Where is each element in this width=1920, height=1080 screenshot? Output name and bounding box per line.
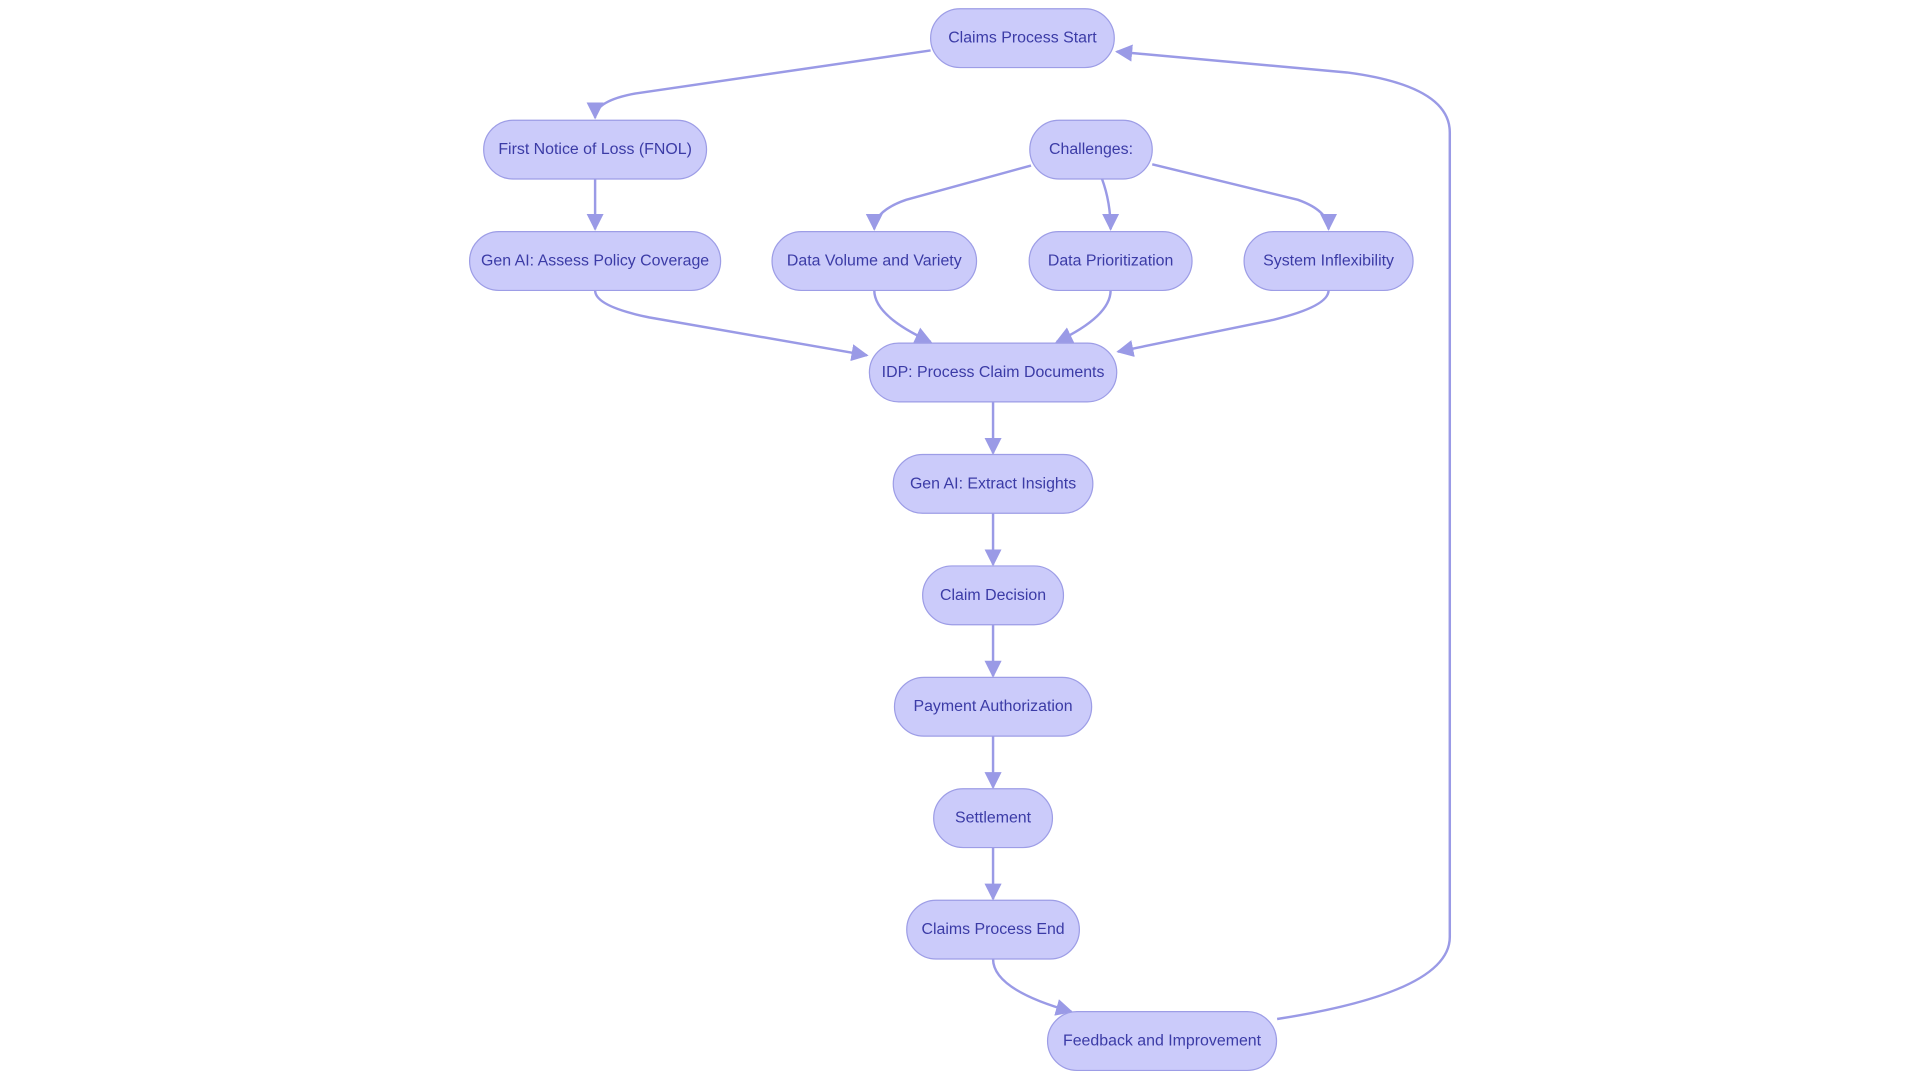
node-label: Claims Process Start: [948, 30, 1097, 47]
node-label: Data Prioritization: [1048, 253, 1174, 270]
node-label: Settlement: [955, 810, 1032, 827]
edge-inflex-to-idp: [1116, 290, 1330, 357]
node-label: Claim Decision: [940, 587, 1046, 604]
node-label: Feedback and Improvement: [1063, 1033, 1262, 1050]
edge-challenges-to-prior: [1100, 178, 1120, 231]
node-label: Payment Authorization: [913, 698, 1072, 715]
node-start: Claims Process Start: [930, 8, 1115, 69]
node-assess: Gen AI: Assess Policy Coverage: [468, 231, 722, 292]
node-label: Challenges:: [1049, 141, 1133, 158]
edge-volume-to-idp: [873, 290, 933, 344]
node-label: Gen AI: Extract Insights: [910, 475, 1076, 492]
node-inflex: System Inflexibility: [1243, 231, 1414, 292]
node-label: Gen AI: Assess Policy Coverage: [481, 253, 709, 270]
node-prior: Data Prioritization: [1028, 231, 1193, 292]
node-label: Claims Process End: [921, 921, 1064, 938]
node-decision: Claim Decision: [922, 565, 1065, 626]
flowchart: Claims Process Start First Notice of Loss…: [468, 8, 1452, 1072]
node-volume: Data Volume and Variety: [771, 231, 978, 292]
edge-challenges-to-inflex: [1151, 163, 1338, 231]
node-label: First Notice of Loss (FNOL): [498, 141, 692, 158]
node-label: System Inflexibility: [1263, 253, 1394, 270]
edge-prior-to-idp: [1055, 290, 1112, 343]
edge-challenges-to-volume: [865, 164, 1032, 231]
node-label: Data Volume and Variety: [787, 253, 962, 270]
edge-end-to-feedback: [991, 958, 1074, 1016]
node-feedback: Feedback and Improvement: [1046, 1011, 1278, 1072]
node-challenges: Challenges:: [1029, 119, 1153, 180]
node-end: Claims Process End: [906, 899, 1080, 960]
node-extract: Gen AI: Extract Insights: [892, 453, 1094, 514]
node-settle: Settlement: [933, 788, 1054, 849]
node-idp: IDP: Process Claim Documents: [868, 342, 1118, 403]
node-payment: Payment Authorization: [893, 676, 1093, 737]
node-label: IDP: Process Claim Documents: [882, 364, 1105, 381]
edge-assess-to-idp: [593, 290, 869, 362]
node-fnol: First Notice of Loss (FNOL): [483, 119, 708, 180]
edge-start-to-fnol: [586, 49, 931, 120]
